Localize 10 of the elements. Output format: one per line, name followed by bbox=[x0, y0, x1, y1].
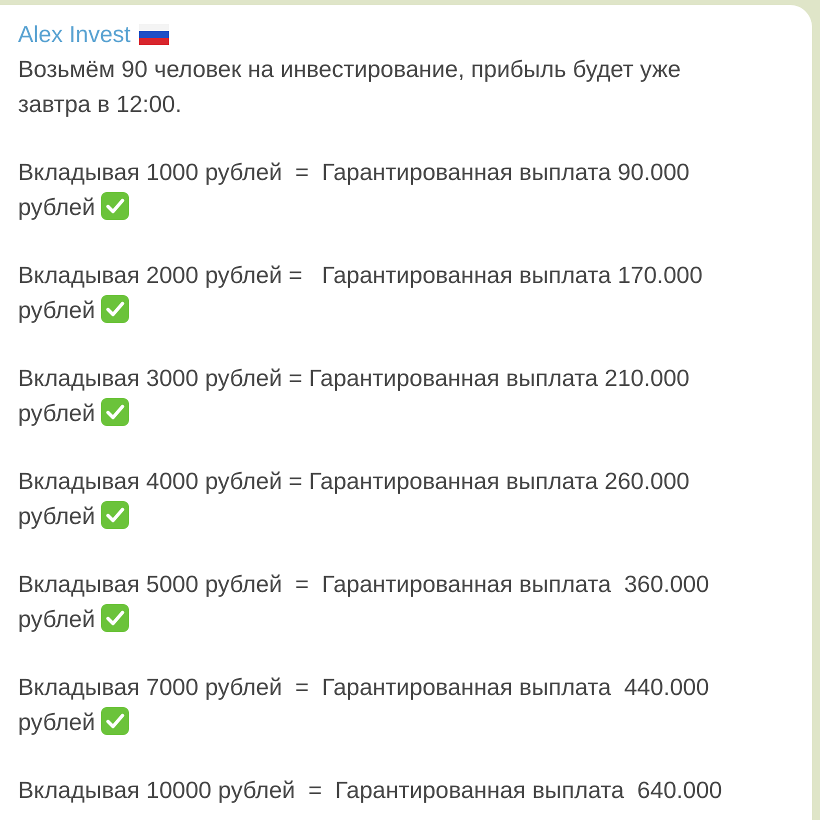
message-text: Возьмём 90 человек на инвестирование, прибыль будет уже завтра в 12:00. bbox=[18, 56, 681, 116]
offer-text: Вкладывая 3000 рублей = Гарантированная выплата 210.000 рублей bbox=[18, 365, 690, 426]
offer-text: Вкладывая 10000 рублей = Гарантированная выплата 640.000 bbox=[18, 777, 722, 803]
offer-text: Вкладывая 4000 рублей = Гарантированная выплата 260.000 рублей bbox=[18, 468, 690, 528]
author-name[interactable]: Alex Invest bbox=[18, 20, 130, 48]
offer-text: Вкладывая 1000 рублей = Гарантированная выплата 90.000 рублей bbox=[18, 159, 690, 220]
offer-text: Вкладывая 2000 рублей = Гарантированная выплата 170.000 рублей bbox=[18, 262, 703, 322]
flag-icon bbox=[138, 24, 168, 44]
offer-text: Вкладывая 7000 рублей = Гарантированная выплата 440.000 рублей bbox=[18, 674, 710, 734]
offer-text: Вкладывая 5000 рублей = Гарантированная выплата 360.000 рублей bbox=[18, 571, 710, 632]
